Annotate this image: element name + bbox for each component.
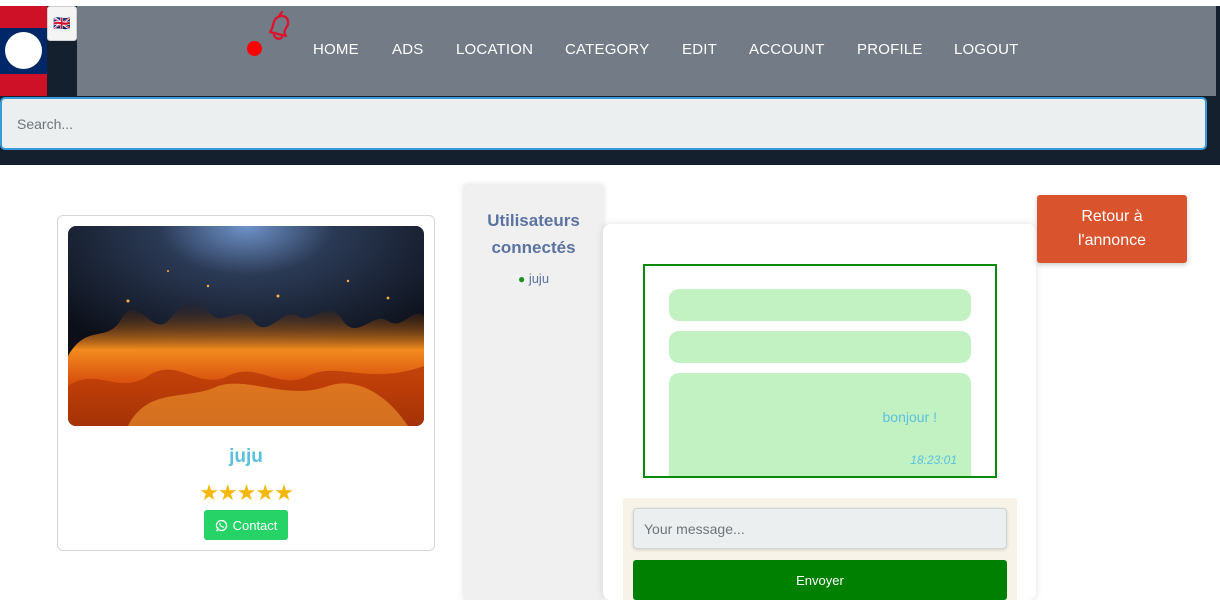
rating-stars: ★★★★★ — [199, 480, 294, 505]
chat-message: bonjour ! 18:23:01 — [669, 373, 971, 476]
notification-dot — [247, 41, 262, 56]
flag-white-disc — [5, 32, 42, 69]
nav-account[interactable]: ACCOUNT — [749, 41, 825, 58]
nav-category[interactable]: CATEGORY — [565, 41, 649, 58]
message-composer: Envoyer — [623, 498, 1017, 600]
nav-logout[interactable]: LOGOUT — [954, 41, 1019, 58]
uk-flag-icon: 🇬🇧 — [53, 15, 71, 31]
bell-icon[interactable] — [260, 8, 296, 44]
contact-button[interactable]: Contact — [204, 510, 288, 540]
connected-users-panel: Utilisateurs connectés ● juju — [464, 185, 603, 600]
search-input[interactable] — [0, 97, 1207, 150]
language-selector[interactable]: 🇬🇧 — [47, 6, 77, 41]
nav-profile[interactable]: PROFILE — [857, 41, 923, 58]
connected-user-item[interactable]: ● juju — [464, 271, 603, 286]
chat-message — [669, 289, 971, 321]
online-status-icon: ● — [517, 272, 526, 286]
profile-image — [68, 226, 424, 426]
message-text: bonjour ! — [882, 409, 937, 425]
seller-name[interactable]: juju — [58, 446, 434, 468]
connected-users-title: Utilisateurs connectés — [487, 211, 580, 257]
contact-label: Contact — [232, 517, 278, 533]
message-input[interactable] — [633, 508, 1007, 549]
message-timestamp: 18:23:01 — [910, 453, 957, 467]
nav-home[interactable]: HOME — [313, 41, 359, 58]
chat-message — [669, 331, 971, 363]
whatsapp-icon — [215, 519, 227, 531]
back-to-ad-button[interactable]: Retour à l'annonce — [1037, 195, 1187, 263]
nav-ads[interactable]: ADS — [392, 41, 423, 58]
nav-edit[interactable]: EDIT — [682, 41, 717, 58]
chat-panel: bonjour ! 18:23:01 Envoyer — [603, 224, 1036, 600]
laos-flag-logo[interactable] — [0, 6, 47, 96]
main-navbar: HOME ADS LOCATION CATEGORY EDIT ACCOUNT … — [77, 6, 1216, 96]
connected-user-name: juju — [528, 271, 550, 286]
nav-location[interactable]: LOCATION — [456, 41, 533, 58]
messages-area[interactable]: bonjour ! 18:23:01 — [643, 264, 997, 478]
send-button[interactable]: Envoyer — [633, 560, 1007, 600]
seller-card: juju ★★★★★ Contact — [57, 215, 435, 551]
